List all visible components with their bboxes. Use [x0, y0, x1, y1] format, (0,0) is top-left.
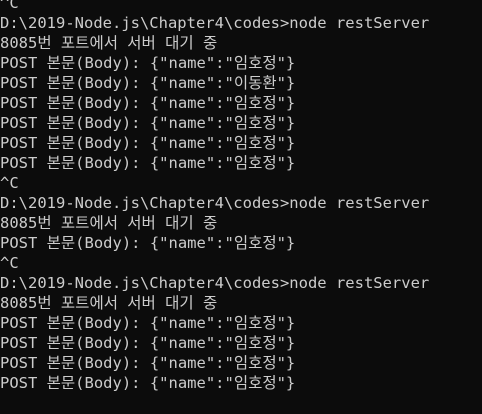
terminal-line-interrupt: ^C — [0, 254, 19, 272]
terminal-line-post-body: POST 본문(Body): {"name":"이동환"} — [0, 74, 296, 92]
terminal-line-post-body: POST 본문(Body): {"name":"임호정"} — [0, 114, 296, 132]
terminal-line-command: D:\2019-Node.js\Chapter4\codes>node rest… — [0, 274, 430, 292]
terminal-line-post-body: POST 본문(Body): {"name":"임호정"} — [0, 374, 296, 392]
terminal-output[interactable]: ^C D:\2019-Node.js\Chapter4\codes>node r… — [0, 0, 482, 414]
terminal-line-post-body: POST 본문(Body): {"name":"임호정"} — [0, 354, 296, 372]
terminal-line-post-body: POST 본문(Body): {"name":"임호정"} — [0, 334, 296, 352]
terminal-line-post-body: POST 본문(Body): {"name":"임호정"} — [0, 94, 296, 112]
terminal-line-post-body: POST 본문(Body): {"name":"임호정"} — [0, 154, 296, 172]
terminal-line-post-body: POST 본문(Body): {"name":"임호정"} — [0, 314, 296, 332]
terminal-line-server-status: 8085번 포트에서 서버 대기 중 — [0, 34, 218, 52]
terminal-line-server-status: 8085번 포트에서 서버 대기 중 — [0, 214, 218, 232]
terminal-line-post-body: POST 본문(Body): {"name":"임호정"} — [0, 54, 296, 72]
terminal-line-command: D:\2019-Node.js\Chapter4\codes>node rest… — [0, 14, 430, 32]
terminal-line-command: D:\2019-Node.js\Chapter4\codes>node rest… — [0, 194, 430, 212]
terminal-line-interrupt: ^C — [0, 174, 19, 192]
terminal-line-server-status: 8085번 포트에서 서버 대기 중 — [0, 294, 218, 312]
terminal-line-interrupt: ^C — [0, 0, 19, 12]
terminal-line-post-body: POST 본문(Body): {"name":"임호정"} — [0, 134, 296, 152]
terminal-line-post-body: POST 본문(Body): {"name":"임호정"} — [0, 234, 296, 252]
